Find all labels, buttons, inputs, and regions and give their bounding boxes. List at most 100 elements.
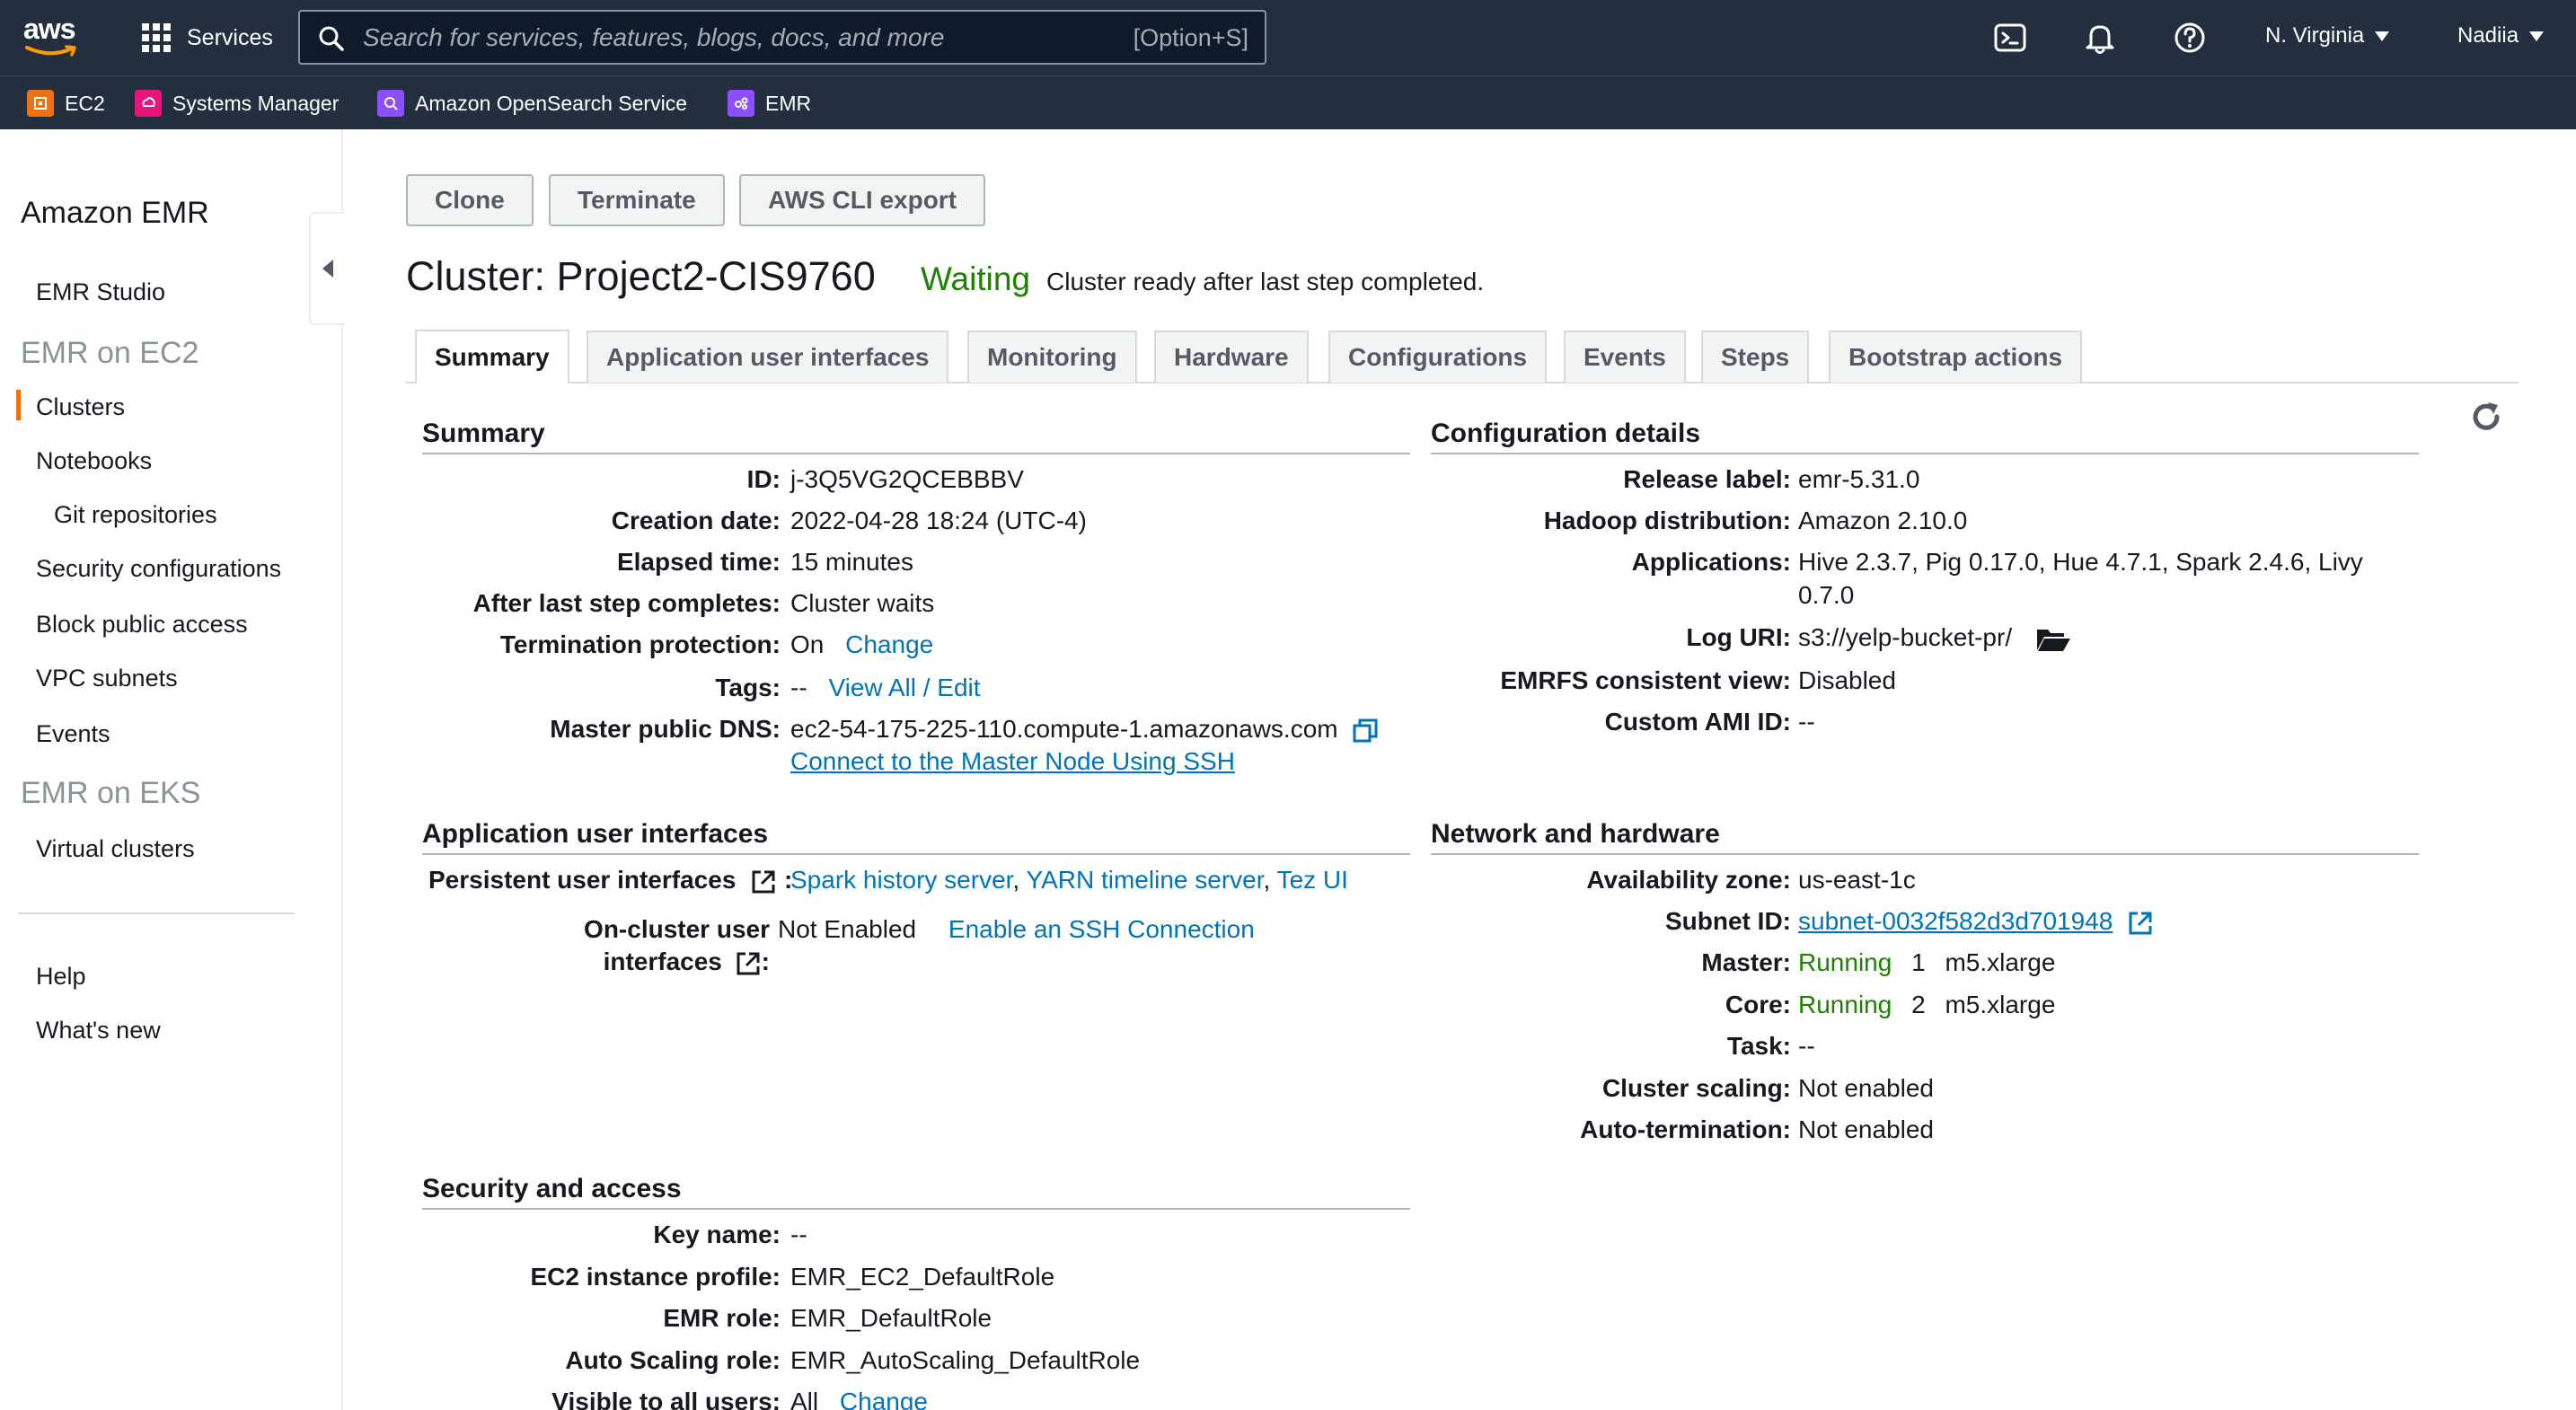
region-selector[interactable]: N. Virginia — [2265, 23, 2390, 48]
master-instance-type: m5.xlarge — [1945, 948, 2056, 976]
yarn-timeline-server-link[interactable]: YARN timeline server — [1026, 866, 1263, 894]
aws-logo[interactable]: aws — [23, 14, 86, 59]
task-label: Task: — [1726, 1032, 1791, 1060]
favorite-label: EC2 — [65, 91, 105, 115]
visible-to-all-users-label: Visible to all users: — [551, 1388, 781, 1410]
key-name-label: Key name: — [653, 1221, 781, 1248]
availability-zone-label: Availability zone: — [1586, 866, 1791, 894]
task-value: -- — [1798, 1032, 1815, 1060]
connect-master-ssh-link[interactable]: Connect to the Master Node Using SSH — [790, 747, 1235, 775]
core-instance-type: m5.xlarge — [1945, 991, 2056, 1018]
summary-creation-value: 2022-04-28 18:24 (UTC-4) — [790, 507, 1087, 534]
sidebar-item-whats-new[interactable]: What's new — [36, 1017, 161, 1044]
ec2-instance-profile-value: EMR_EC2_DefaultRole — [790, 1263, 1055, 1291]
help-icon[interactable] — [2172, 20, 2208, 56]
sidebar-section-emr-on-eks: EMR on EKS — [21, 776, 201, 810]
master-row: Running 1 m5.xlarge — [1798, 947, 2055, 979]
master-count: 1 — [1911, 948, 1926, 976]
aws-cli-export-button[interactable]: AWS CLI export — [739, 174, 986, 226]
favorite-label: Systems Manager — [172, 91, 340, 115]
tab-events[interactable]: Events — [1564, 330, 1686, 383]
termination-protection-value: On — [790, 630, 825, 658]
sidebar-item-security-configurations[interactable]: Security configurations — [36, 555, 281, 583]
tags-view-edit-link[interactable]: View All / Edit — [828, 674, 980, 701]
security-section-title: Security and access — [422, 1174, 682, 1203]
sidebar-item-notebooks[interactable]: Notebooks — [36, 447, 152, 475]
sidebar-item-emr-studio[interactable]: EMR Studio — [36, 278, 165, 306]
account-name: Nadiia — [2457, 23, 2519, 48]
on-cluster-ui-label-line1: On-cluster user — [584, 915, 770, 943]
persistent-ui-label: Persistent user interfaces — [428, 866, 737, 894]
custom-ami-label: Custom AMI ID: — [1604, 708, 1791, 736]
master-dns-value: ec2-54-175-225-110.compute-1.amazonaws.c… — [790, 715, 1338, 743]
refresh-icon[interactable] — [2468, 399, 2504, 435]
auto-scaling-role-label: Auto Scaling role: — [565, 1346, 781, 1374]
emr-role-value: EMR_DefaultRole — [790, 1304, 992, 1332]
clone-button[interactable]: Clone — [406, 174, 534, 226]
tab-summary[interactable]: Summary — [415, 330, 569, 383]
visible-to-all-users-change-link[interactable]: Change — [840, 1388, 928, 1410]
search-box[interactable]: [Option+S] — [298, 10, 1266, 65]
cloudshell-icon[interactable] — [1992, 20, 2028, 56]
search-shortcut-hint: [Option+S] — [1133, 24, 1248, 51]
on-cluster-ui-colon: : — [761, 947, 770, 975]
summary-after-step-value: Cluster waits — [790, 589, 935, 617]
favorite-emr[interactable]: EMR — [728, 89, 811, 118]
tab-bootstrap-actions[interactable]: Bootstrap actions — [1829, 330, 2083, 383]
favorite-opensearch[interactable]: Amazon OpenSearch Service — [377, 89, 687, 118]
sidebar-item-block-public-access[interactable]: Block public access — [36, 611, 248, 639]
external-link-icon — [752, 870, 775, 894]
bell-icon[interactable] — [2082, 20, 2118, 56]
tez-ui-link[interactable]: Tez UI — [1277, 866, 1348, 894]
external-link-icon[interactable] — [2127, 910, 2154, 937]
summary-elapsed-label: Elapsed time: — [616, 548, 781, 576]
sidebar-title[interactable]: Amazon EMR — [21, 196, 209, 231]
spark-history-server-link[interactable]: Spark history server — [790, 866, 1012, 894]
aws-logo-text: aws — [23, 13, 75, 45]
tab-configurations[interactable]: Configurations — [1328, 330, 1548, 383]
persistent-ui-label-row: Persistent user interfaces : — [428, 864, 792, 896]
caret-down-icon — [2375, 31, 2390, 41]
hadoop-distribution-value: Amazon 2.10.0 — [1798, 507, 1968, 534]
key-name-value: -- — [790, 1221, 807, 1248]
sidebar-item-virtual-clusters[interactable]: Virtual clusters — [36, 835, 195, 863]
visible-to-all-users-value: All — [790, 1388, 819, 1410]
tab-monitoring[interactable]: Monitoring — [967, 330, 1137, 383]
services-menu-button[interactable]: Services — [142, 20, 273, 56]
sidebar-item-help[interactable]: Help — [36, 963, 86, 991]
sidebar-item-events[interactable]: Events — [36, 720, 110, 748]
summary-id-label: ID: — [746, 465, 781, 493]
custom-ami-value: -- — [1798, 708, 1815, 736]
sidebar: Amazon EMR EMR Studio EMR on EC2 Cluster… — [0, 129, 345, 1410]
tab-hardware[interactable]: Hardware — [1154, 330, 1309, 383]
on-cluster-ui-value: Not Enabled — [778, 915, 917, 943]
page-title: Cluster: Project2-CIS9760 — [406, 253, 876, 299]
core-count: 2 — [1911, 991, 1926, 1018]
termination-protection-change-link[interactable]: Change — [845, 630, 933, 658]
section-divider — [422, 453, 1410, 454]
copy-icon[interactable] — [1352, 718, 1379, 745]
ec2-service-icon — [27, 90, 54, 117]
terminate-button[interactable]: Terminate — [549, 174, 725, 226]
favorite-systems-manager[interactable]: Systems Manager — [135, 89, 339, 118]
sidebar-item-git-repositories[interactable]: Git repositories — [54, 501, 217, 529]
ec2-instance-profile-label: EC2 instance profile: — [530, 1263, 781, 1291]
services-label: Services — [187, 24, 273, 50]
sidebar-item-clusters[interactable]: Clusters — [36, 393, 125, 421]
search-input[interactable] — [363, 12, 1081, 63]
sidebar-collapse-button[interactable] — [309, 212, 345, 325]
subnet-id-link[interactable]: subnet-0032f582d3d701948 — [1798, 907, 2113, 935]
folder-open-icon[interactable] — [2035, 626, 2071, 653]
favorite-ec2[interactable]: EC2 — [27, 89, 105, 118]
account-menu[interactable]: Nadiia — [2457, 23, 2545, 48]
sidebar-item-vpc-subnets[interactable]: VPC subnets — [36, 665, 178, 692]
tab-application-user-interfaces[interactable]: Application user interfaces — [587, 330, 949, 383]
enable-ssh-connection-link[interactable]: Enable an SSH Connection — [948, 915, 1255, 943]
tab-steps[interactable]: Steps — [1701, 330, 1810, 383]
release-label-label: Release label: — [1623, 465, 1791, 493]
cluster-status-badge: Waiting — [921, 260, 1031, 297]
hadoop-distribution-label: Hadoop distribution: — [1543, 507, 1791, 534]
summary-section-title: Summary — [422, 419, 545, 448]
emrfs-consistent-view-label: EMRFS consistent view: — [1500, 666, 1791, 694]
top-navigation-bar: aws Services [Option+S] N. Virginia — [0, 0, 2576, 75]
